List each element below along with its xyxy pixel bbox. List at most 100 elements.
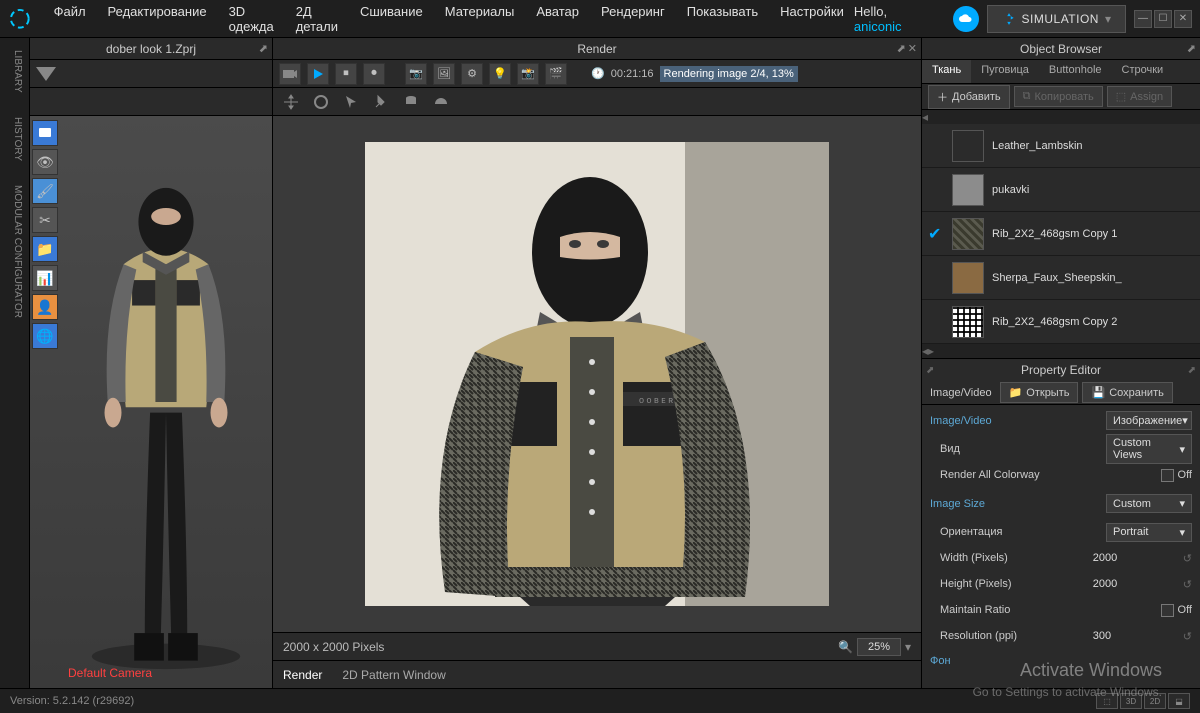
chevron-down-icon[interactable]: ▾ (905, 640, 911, 654)
colorway-checkbox[interactable]: Off (1161, 469, 1192, 482)
save-button[interactable]: 💾Сохранить (1082, 382, 1172, 403)
maximize-button[interactable]: ☐ (1154, 10, 1172, 28)
menu-materials[interactable]: Материалы (435, 0, 525, 40)
menu-avatar[interactable]: Аватар (526, 0, 589, 40)
tool-avatar-icon[interactable]: 👤 (32, 294, 58, 320)
add-button[interactable]: ＋Добавить (928, 85, 1010, 109)
tool-display-icon[interactable] (32, 120, 58, 146)
tab-fabric[interactable]: Ткань (922, 60, 971, 83)
zoom-icon[interactable]: 🔍 (838, 640, 853, 654)
resolution-input[interactable] (1093, 630, 1153, 642)
footer-btn-1[interactable]: ⬚ (1096, 693, 1118, 709)
camera-label: Default Camera (68, 666, 152, 680)
viewport-3d[interactable]: 👁 🖌 ✂ 📁 📊 👤 🌐 (30, 116, 272, 688)
open-button[interactable]: 📁Открыть (1000, 382, 1079, 403)
tool-move-icon[interactable] (279, 90, 303, 114)
tool-eye-icon[interactable]: 👁 (32, 149, 58, 175)
ratio-checkbox[interactable]: Off (1161, 604, 1192, 617)
imagesize-dropdown[interactable]: Custom▾ (1106, 494, 1192, 513)
menu-settings[interactable]: Настройки (770, 0, 854, 40)
simulation-button[interactable]: SIMULATION ▾ (987, 5, 1126, 33)
tool-folder-icon[interactable]: 📁 (32, 236, 58, 262)
minimize-button[interactable]: — (1134, 10, 1152, 28)
tool-globe-icon[interactable]: 🌐 (32, 323, 58, 349)
prop-section-imagesize[interactable]: Image Size Custom▾ (922, 488, 1200, 519)
tab-render[interactable]: Render (283, 668, 322, 682)
menu-show[interactable]: Показывать (677, 0, 768, 40)
tool-dome-icon[interactable] (429, 90, 453, 114)
tool-brush-icon[interactable]: 🖌 (32, 178, 58, 204)
browser-scroll-bottom[interactable]: ◂▸ (922, 344, 1200, 358)
fabric-item[interactable]: Sherpa_Faux_Sheepskin_ (922, 256, 1200, 300)
render-stop-icon[interactable]: ⏹ (335, 63, 357, 85)
prop-tab-imagevideo[interactable]: Image/Video (926, 387, 996, 399)
side-tab-history[interactable]: HISTORY (0, 105, 29, 173)
menu-2d-details[interactable]: 2Д детали (286, 0, 348, 40)
popout-icon[interactable]: ⬈ (897, 42, 906, 55)
side-tab-library[interactable]: LIBRARY (0, 38, 29, 105)
menu-rendering[interactable]: Рендеринг (591, 0, 675, 40)
reset-icon[interactable]: ↺ (1183, 578, 1192, 591)
tab-2d-pattern[interactable]: 2D Pattern Window (342, 668, 445, 682)
undock-icon[interactable]: ⬈ (926, 365, 934, 376)
fabric-item[interactable]: Rib_2X2_468gsm Copy 2 (922, 300, 1200, 344)
menu-sewing[interactable]: Сшивание (350, 0, 433, 40)
tool-rotate-icon[interactable] (309, 90, 333, 114)
browser-scroll-top[interactable]: ◂ (922, 110, 1200, 124)
tool-cylinder-icon[interactable] (399, 90, 423, 114)
close-button[interactable]: ✕ (1174, 10, 1192, 28)
close-panel-icon[interactable]: ✕ (908, 42, 917, 55)
fabric-item[interactable]: pukavki (922, 168, 1200, 212)
popout-icon[interactable]: ⬈ (1188, 365, 1196, 376)
width-input[interactable] (1093, 552, 1153, 564)
side-tab-modular[interactable]: MODULAR CONFIGURATOR (0, 173, 29, 330)
tab-stitches[interactable]: Строчки (1112, 60, 1174, 83)
menu-edit[interactable]: Редактирование (98, 0, 217, 40)
render-gear-icon[interactable]: ⚙ (461, 63, 483, 85)
prop-section-background[interactable]: Фон (922, 649, 1200, 673)
height-input[interactable] (1093, 578, 1153, 590)
footer-btn-3d[interactable]: 3D (1120, 693, 1142, 709)
app-logo-icon (8, 7, 32, 31)
cloud-sync-button[interactable] (953, 6, 979, 32)
collapse-arrow-icon[interactable] (36, 67, 56, 81)
tab-button[interactable]: Пуговица (971, 60, 1039, 83)
center-panel: Render ⬈ ✕ ⏹ ⏺ 📷 🖼 ⚙ 💡 📸 🎬 🕐 00:21:16 Re… (273, 38, 922, 688)
footer-btn-4[interactable]: ⬓ (1168, 693, 1190, 709)
prop-section-imagevideo[interactable]: Image/Video Изображение▾ (922, 405, 1200, 436)
fabric-item[interactable]: Leather_Lambskin (922, 124, 1200, 168)
tool-cursor-icon[interactable] (339, 90, 363, 114)
render-camera2-icon[interactable]: 📸 (517, 63, 539, 85)
tool-chart-icon[interactable]: 📊 (32, 265, 58, 291)
assign-button[interactable]: ⬚Assign (1107, 86, 1172, 107)
orientation-dropdown[interactable]: Portrait▾ (1106, 523, 1192, 542)
copy-button[interactable]: ⧉Копировать (1014, 86, 1103, 107)
assign-icon: ⬚ (1116, 90, 1126, 103)
view-dropdown[interactable]: Custom Views▾ (1106, 434, 1192, 464)
tool-pin-icon[interactable] (369, 90, 393, 114)
left-toolbar-bottom (30, 88, 272, 116)
render-play-button[interactable] (307, 63, 329, 85)
popout-icon[interactable]: ⬈ (259, 42, 268, 55)
render-image-icon[interactable]: 🖼 (433, 63, 455, 85)
menu-file[interactable]: Файл (44, 0, 96, 40)
reset-icon[interactable]: ↺ (1183, 552, 1192, 565)
menu-3d-clothes[interactable]: 3D одежда (219, 0, 284, 40)
render-snapshot-icon[interactable]: 📷 (405, 63, 427, 85)
reset-icon[interactable]: ↺ (1183, 630, 1192, 643)
avatar-preview[interactable]: Default Camera (60, 116, 272, 688)
fabric-item[interactable]: ✔ Rib_2X2_468gsm Copy 1 (922, 212, 1200, 256)
render-light-icon[interactable]: 💡 (489, 63, 511, 85)
imagevideo-dropdown[interactable]: Изображение▾ (1106, 411, 1192, 430)
footer-btn-2d[interactable]: 2D (1144, 693, 1166, 709)
render-view[interactable]: ᴏ ᴏ ʙ ᴇ ʀ (273, 116, 921, 632)
fabric-swatch (952, 130, 984, 162)
tab-buttonhole[interactable]: Buttonhole (1039, 60, 1112, 83)
popout-icon[interactable]: ⬈ (1187, 42, 1196, 55)
render-record-icon[interactable]: ⏺ (363, 63, 385, 85)
property-editor-header: ⬈ Property Editor ⬈ (922, 359, 1200, 381)
render-video-icon[interactable]: 🎬 (545, 63, 567, 85)
tool-scissors-icon[interactable]: ✂ (32, 207, 58, 233)
zoom-input[interactable] (857, 638, 901, 656)
render-camera-icon[interactable] (279, 63, 301, 85)
